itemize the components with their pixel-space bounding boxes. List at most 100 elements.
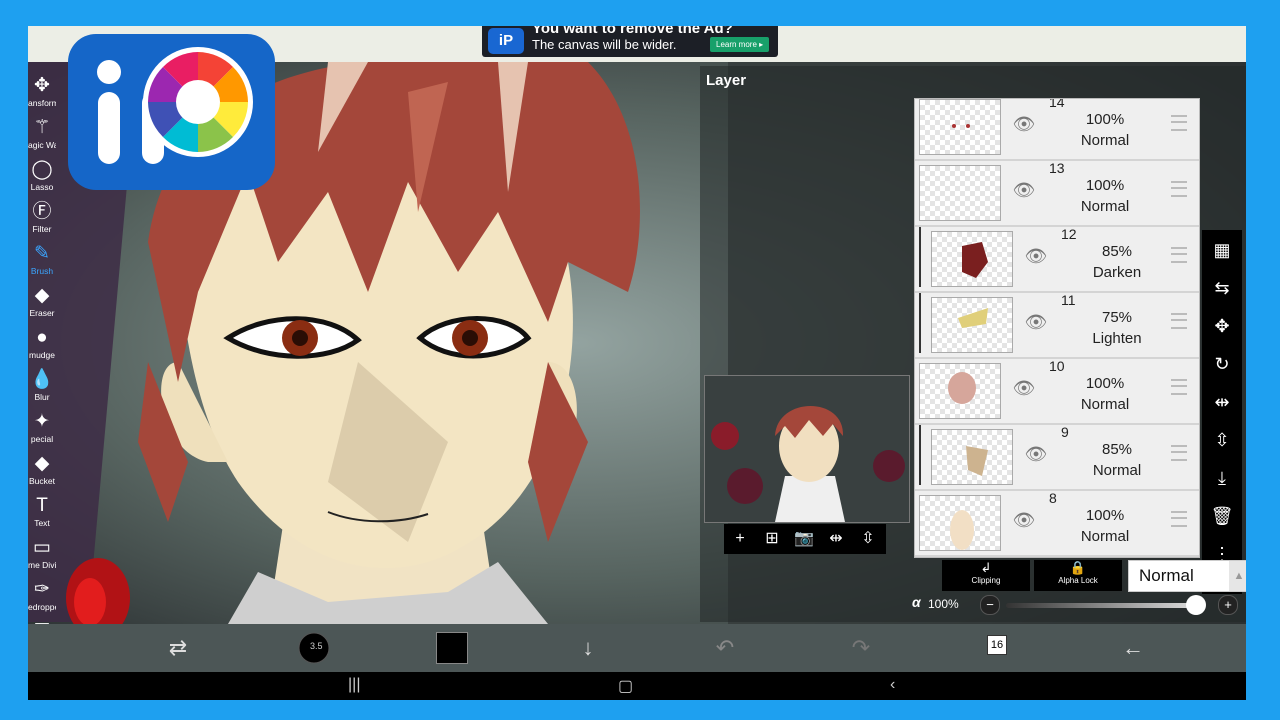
flip-h-icon[interactable]: ⇹ [1206,386,1238,418]
layer-thumbnail [919,495,1001,551]
lock-icon: 🔒 [1069,560,1087,575]
ad-subline: The canvas will be wider. [532,37,677,52]
add-layer-copy-icon[interactable]: ⊞ [760,528,784,550]
layer-thumbnail [919,165,1001,221]
add-layer-icon[interactable]: + [728,528,752,550]
layer-opacity: 75% [1101,309,1133,326]
visibility-eye-icon[interactable]: 👁 [1011,507,1037,533]
tool-brush[interactable]: ✎ Brush [28,242,56,284]
camera-icon[interactable]: 📷 [792,528,816,550]
layer-row[interactable]: 8 👁 100% Normal [915,490,1199,557]
layer-opacity: 85% [1101,441,1133,458]
layer-list[interactable]: 14 👁 100% Normal 13 👁 100% Normal 12 👁 85% Darken 11… [914,98,1200,558]
flip-vertical-icon[interactable]: ⇳ [856,528,880,550]
visibility-eye-icon[interactable]: 👁 [1023,309,1049,335]
layer-number: 8 [1049,490,1057,506]
alpha-symbol: α [912,594,921,610]
layer-row[interactable]: 14 👁 100% Normal [915,99,1199,161]
layers-button[interactable]: 16 [984,632,1010,664]
alpha-lock-label: Alpha Lock [1058,576,1098,585]
back-arrow-icon[interactable]: ← [1118,632,1148,664]
tool-label: edropper [28,602,56,612]
tool-special-sparkle[interactable]: ✦ pecial [28,410,56,452]
opacity-plus-button[interactable]: + [1218,595,1238,615]
blur-drop-icon: 💧 [30,369,54,390]
swap-icon[interactable]: ⇆ [1206,272,1238,304]
layer-blend-mode: Normal [1080,528,1130,545]
layer-row[interactable]: 13 👁 100% Normal [915,160,1199,227]
flip-v-icon[interactable]: ⇳ [1206,424,1238,456]
merge-down-icon[interactable]: ⤓ [1206,462,1238,494]
layer-blend-mode: Normal [1080,132,1130,149]
tool-eraser[interactable]: ◆ Eraser [28,284,56,326]
ad-learn-more-button[interactable]: Learn more ▸ [710,37,770,52]
ad-headline: You want to remove the Ad? [532,26,733,37]
ibispaint-logo-icon [68,34,275,190]
tool-lasso[interactable]: ◯ Lasso [28,158,56,200]
tool-magic-wand[interactable]: ⚚ agic Wand [28,116,56,158]
drag-handle-icon[interactable] [1171,115,1187,131]
rotate-icon[interactable]: ↻ [1206,348,1238,380]
visibility-eye-icon[interactable]: 👁 [1011,177,1037,203]
drag-handle-icon[interactable] [1171,511,1187,527]
recent-apps-icon[interactable]: ||| [348,676,360,694]
visibility-eye-icon[interactable]: 👁 [1011,375,1037,401]
tool-frame-divider[interactable]: ▭ me Divider [28,536,56,578]
layer-opacity: 100% [1085,375,1125,392]
layer-blend-mode: Normal [1080,396,1130,413]
ad-banner[interactable]: iP You want to remove the Ad? The canvas… [482,26,778,57]
layer-number: 13 [1049,160,1065,176]
clipping-button[interactable]: ↲ Clipping [942,560,1030,591]
flip-horizontal-icon[interactable]: ⇹ [824,528,848,550]
canvas-preview[interactable] [704,375,910,523]
layer-thumbnail [931,429,1013,485]
layer-number: 9 [1061,424,1069,440]
visibility-eye-icon[interactable]: 👁 [1011,111,1037,137]
brush-icon: ✎ [34,243,50,264]
opacity-slider[interactable] [1006,603,1196,608]
system-back-icon[interactable]: ‹ [890,676,895,694]
visibility-eye-icon[interactable]: 👁 [1023,441,1049,467]
eyedropper-icon: ✑ [34,579,50,600]
opacity-slider-knob[interactable] [1186,595,1206,615]
transparent-icon[interactable]: ▦ [1206,234,1238,266]
tool-blur-drop[interactable]: 💧 Blur [28,368,56,410]
tool-label: agic Wand [28,140,56,150]
color-swatch[interactable] [436,632,468,664]
layer-row[interactable]: 11 👁 75% Lighten [915,292,1199,359]
download-arrow-icon[interactable]: ↓ [573,632,603,664]
blend-mode-select[interactable]: Normal ▲ [1128,560,1246,592]
tool-eyedropper[interactable]: ✑ edropper [28,578,56,620]
drag-handle-icon[interactable] [1171,247,1187,263]
opacity-minus-button[interactable]: − [980,595,1000,615]
tool-label: pecial [30,434,54,444]
drag-handle-icon[interactable] [1171,445,1187,461]
layer-blend-mode: Normal [1080,198,1130,215]
tool-bucket[interactable]: ◆ Bucket [28,452,56,494]
layer-number: 10 [1049,358,1065,374]
alpha-lock-button[interactable]: 🔒 Alpha Lock [1034,560,1122,591]
clip-indicator-icon [919,227,927,287]
layer-row[interactable]: 9 👁 85% Normal [915,424,1199,491]
drag-handle-icon[interactable] [1171,379,1187,395]
undo-icon[interactable]: ↶ [710,632,740,664]
layer-row[interactable]: 12 👁 85% Darken [915,226,1199,293]
move-icon[interactable]: ✥ [1206,310,1238,342]
tool-smudge[interactable]: ● mudge [28,326,56,368]
brush-size-button[interactable]: 3.5 [298,632,332,664]
layer-row[interactable]: 10 👁 100% Normal [915,358,1199,425]
tool-move[interactable]: ✥ ansform [28,74,56,116]
tool-label: Filter [32,224,52,234]
drag-handle-icon[interactable] [1171,313,1187,329]
tool-text[interactable]: T Text [28,494,56,536]
tool-swap-icon[interactable]: ⇄ [162,632,194,664]
drag-handle-icon[interactable] [1171,181,1187,197]
redo-icon[interactable]: ↷ [846,632,876,664]
bottom-toolbar: ⇄ 3.5 ↓ ↶ ↷ 16 ← [28,624,1246,672]
brush-size-value: 3.5 [310,641,323,651]
visibility-eye-icon[interactable]: 👁 [1023,243,1049,269]
blend-mode-value: Normal [1139,566,1194,585]
tool-fx[interactable]: Ⓕ Filter [28,200,56,242]
trash-icon[interactable]: 🗑 [1206,500,1238,532]
home-icon[interactable]: ▢ [618,676,633,696]
